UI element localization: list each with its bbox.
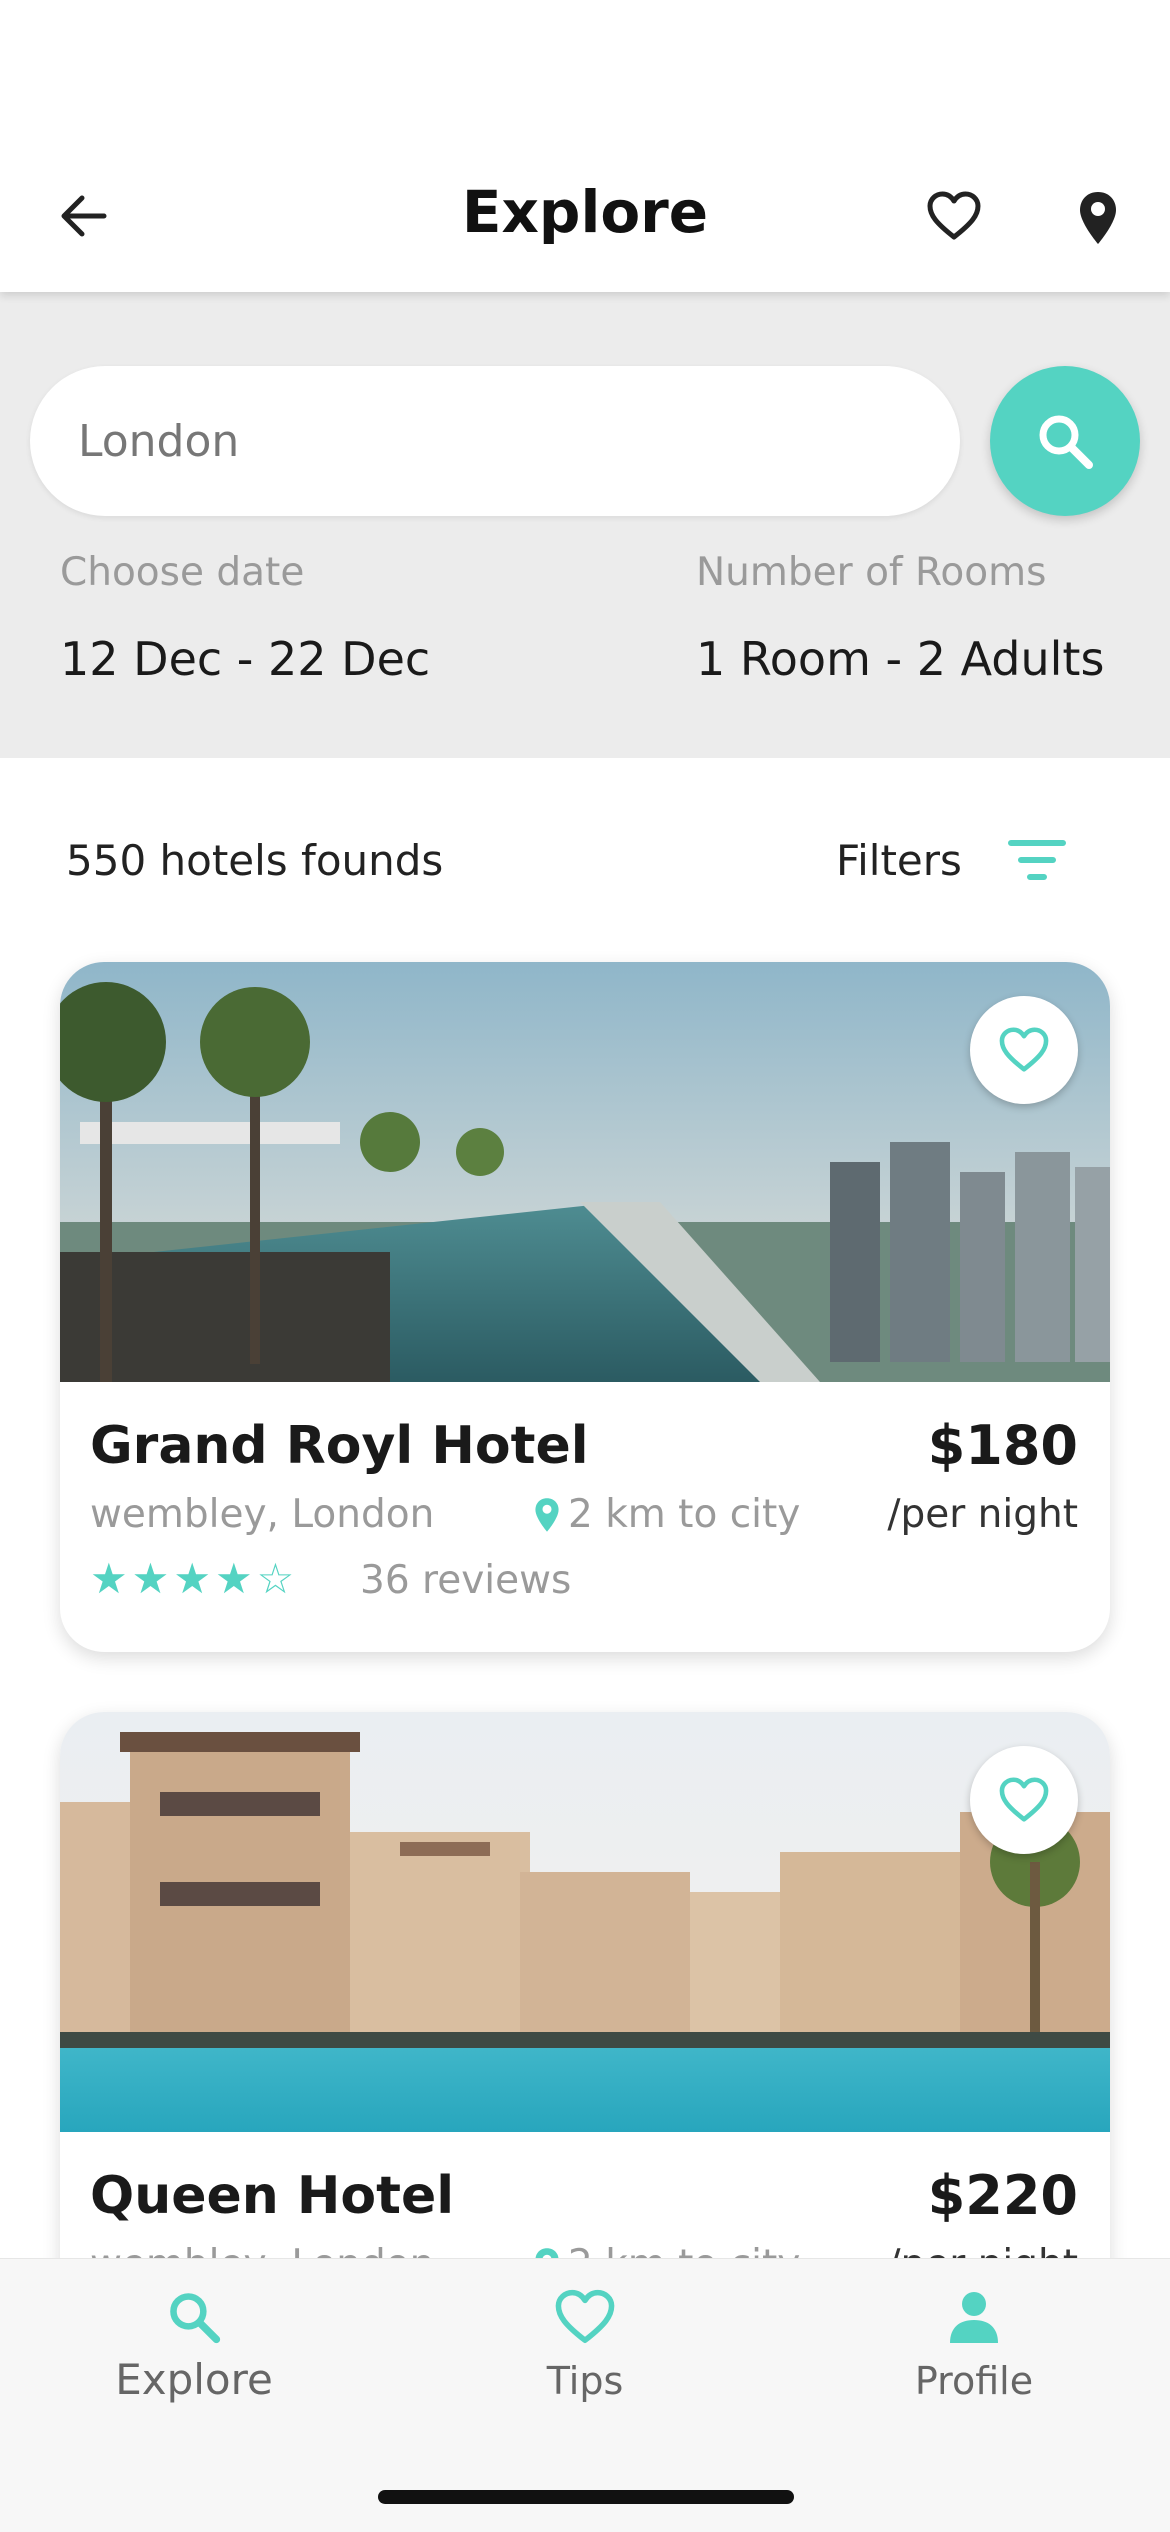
nav-label: Profile bbox=[914, 2359, 1034, 2403]
nav-label: Tips bbox=[546, 2359, 624, 2403]
star-filled-icon: ★ bbox=[90, 1554, 128, 1603]
nav-profile[interactable]: Profile bbox=[854, 2289, 1094, 2403]
hotel-location: wembley, London bbox=[90, 1492, 435, 1537]
rooms-label: Number of Rooms bbox=[696, 550, 1047, 595]
star-filled-icon: ★ bbox=[214, 1554, 253, 1603]
star-filled-icon: ★ bbox=[131, 1554, 170, 1603]
nav-tips[interactable]: Tips bbox=[465, 2289, 705, 2403]
star-empty-icon: ☆ bbox=[256, 1554, 295, 1603]
date-picker[interactable]: 12 Dec - 22 Dec bbox=[60, 632, 430, 686]
search-button[interactable] bbox=[990, 366, 1140, 516]
hotel-photo bbox=[60, 962, 1110, 1382]
filter-icon bbox=[1007, 840, 1066, 880]
hotel-photo bbox=[60, 1712, 1110, 2132]
hotel-name: Grand Royl Hotel bbox=[90, 1416, 589, 1476]
favorite-button[interactable] bbox=[970, 1746, 1078, 1854]
per-night-label: /per night bbox=[887, 1492, 1078, 1537]
map-button[interactable] bbox=[1070, 186, 1126, 250]
person-icon bbox=[950, 2292, 998, 2343]
filters-label: Filters bbox=[836, 835, 962, 885]
nav-label: Explore bbox=[115, 2355, 273, 2404]
heart-outline-icon bbox=[999, 1777, 1049, 1822]
nav-explore[interactable]: Explore bbox=[74, 2289, 314, 2404]
heart-outline-icon bbox=[927, 191, 981, 240]
hotel-card[interactable]: Grand Royl Hotel $180 wembley, London 2 … bbox=[60, 962, 1110, 1652]
search-field[interactable] bbox=[30, 366, 960, 516]
filters-button[interactable]: Filters bbox=[836, 828, 1066, 892]
hotel-distance: 2 km to city bbox=[534, 1492, 800, 1537]
reviews-count: 36 reviews bbox=[360, 1558, 572, 1603]
heart-outline-icon bbox=[999, 1027, 1049, 1072]
heart-outline-icon bbox=[555, 2289, 615, 2344]
search-icon bbox=[170, 2293, 221, 2344]
star-rating: ★ ★ ★ ★ ☆ bbox=[90, 1558, 298, 1600]
favorite-button[interactable] bbox=[970, 996, 1078, 1104]
hotel-price: $180 bbox=[927, 1414, 1078, 1477]
location-pin-icon bbox=[1080, 192, 1116, 244]
page-title: Explore bbox=[461, 178, 709, 246]
date-label: Choose date bbox=[60, 550, 305, 595]
star-filled-icon: ★ bbox=[173, 1554, 211, 1603]
search-panel: Choose date 12 Dec - 22 Dec Number of Ro… bbox=[0, 292, 1170, 758]
favorites-button[interactable] bbox=[922, 186, 986, 246]
hotel-price: $220 bbox=[927, 2164, 1078, 2227]
search-icon bbox=[1039, 415, 1093, 469]
results-count: 550 hotels founds bbox=[66, 836, 444, 885]
rooms-picker[interactable]: 1 Room - 2 Adults bbox=[696, 632, 1104, 686]
location-pin-icon bbox=[535, 1497, 559, 1532]
home-indicator bbox=[378, 2490, 794, 2504]
app-header: Explore bbox=[0, 0, 1170, 292]
hotel-name: Queen Hotel bbox=[90, 2166, 455, 2226]
distance-label: 2 km to city bbox=[568, 1492, 801, 1537]
search-input[interactable] bbox=[78, 415, 960, 467]
